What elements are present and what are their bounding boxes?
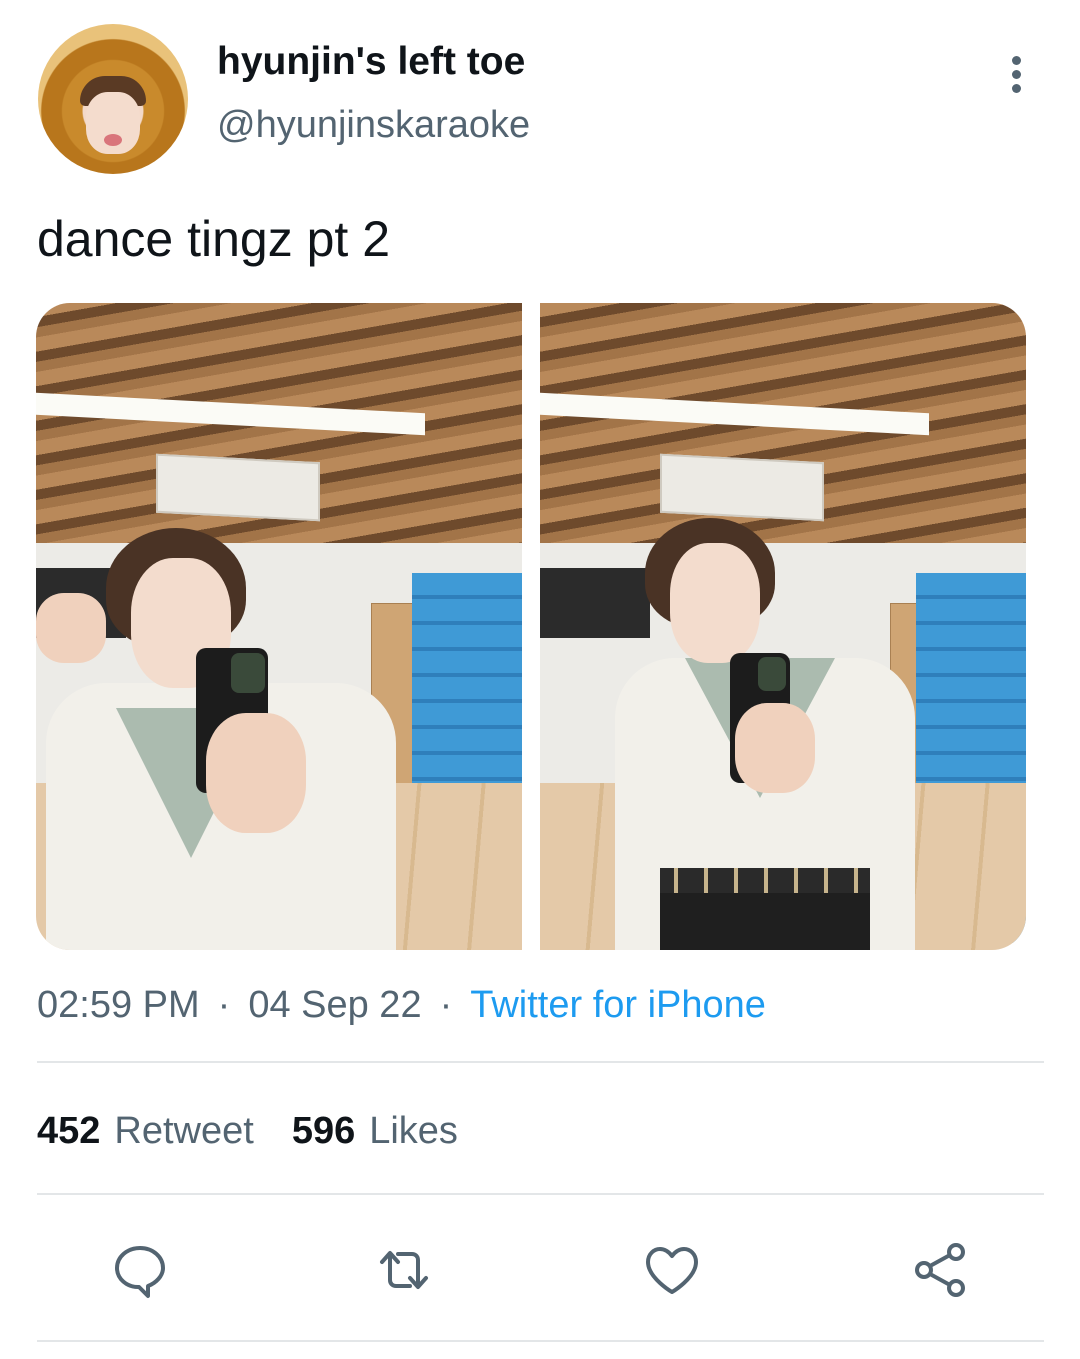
share-button[interactable] [908,1238,972,1302]
divider [37,1340,1044,1342]
separator: · [439,984,453,1026]
reply-button[interactable] [108,1238,172,1302]
retweet-button[interactable] [372,1238,436,1302]
separator: · [217,984,231,1026]
retweets-count: 452 [37,1110,101,1152]
tweet-source-link[interactable]: Twitter for iPhone [470,984,766,1026]
tweet-stats: 452 Retweet 596 Likes [37,1110,458,1153]
more-vertical-icon[interactable] [1006,56,1026,96]
retweets-stat[interactable]: 452 Retweet [37,1110,254,1152]
retweet-icon [380,1251,428,1289]
heart-icon [646,1247,698,1294]
divider [37,1061,1044,1063]
author-handle[interactable]: @hyunjinskaraoke [217,104,530,147]
tweet-time: 02:59 PM [37,984,200,1026]
likes-stat[interactable]: 596 Likes [292,1110,458,1152]
avatar[interactable] [38,24,188,174]
retweets-label: Retweet [114,1110,254,1152]
tweet-photo-2[interactable] [540,303,1026,950]
reply-icon [115,1246,165,1298]
tweet-date: 04 Sep 22 [248,984,422,1026]
like-button[interactable] [640,1238,704,1302]
tweet-metadata: 02:59 PM · 04 Sep 22 · Twitter for iPhone [37,984,766,1027]
tweet-text: dance tingz pt 2 [37,211,391,267]
divider [37,1193,1044,1195]
likes-label: Likes [369,1110,458,1152]
tweet-photo-1[interactable] [36,303,522,950]
share-icon [915,1243,965,1297]
likes-count: 596 [291,1110,356,1152]
tweet-media[interactable] [36,303,1026,950]
author-display-name[interactable]: hyunjin's left toe [217,40,525,84]
